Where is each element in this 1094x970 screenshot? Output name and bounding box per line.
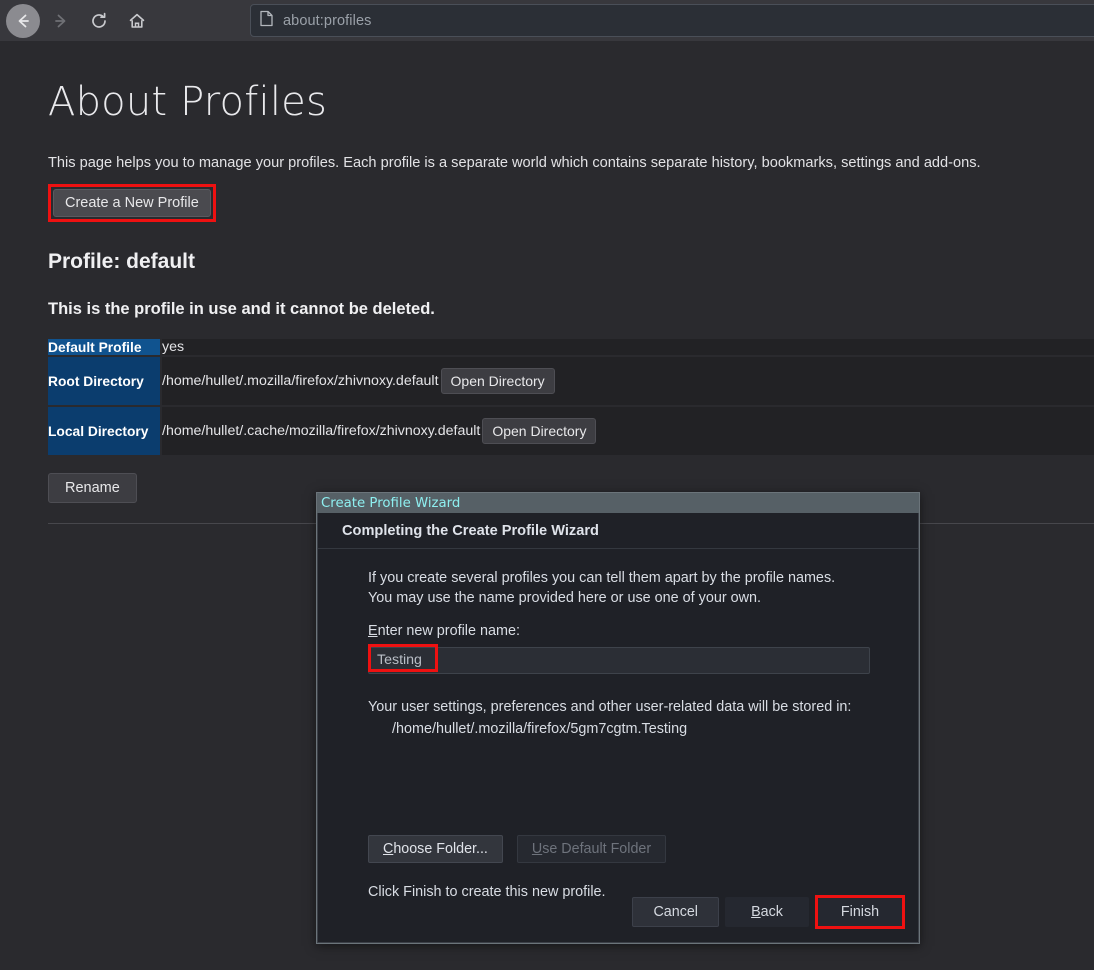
create-profile-highlight: Create a New Profile <box>48 184 216 222</box>
row-header-local-directory: Local Directory <box>48 406 161 457</box>
create-a-new-profile-button[interactable]: Create a New Profile <box>53 189 211 217</box>
profile-name-label: Enter new profile name: <box>368 623 888 639</box>
arrow-left-icon <box>13 11 33 31</box>
finish-note: Click Finish to create this new profile. <box>368 884 606 900</box>
cancel-button[interactable]: Cancel <box>632 897 719 927</box>
default-profile-value: yes <box>162 339 185 355</box>
navigation-buttons <box>0 3 154 38</box>
reload-button[interactable] <box>82 4 116 38</box>
rename-button[interactable]: Rename <box>48 473 137 503</box>
url-bar[interactable]: about:profiles <box>250 4 1094 37</box>
storage-note: Your user settings, preferences and othe… <box>368 698 852 715</box>
choose-folder-accesskey: C <box>383 841 394 857</box>
forward-button[interactable] <box>44 4 78 38</box>
dialog-paragraph: If you create several profiles you can t… <box>368 570 836 607</box>
profile-details-table: Default Profile yes Root Directory /home… <box>48 339 1094 457</box>
profile-name-input-value: Testing <box>377 652 422 669</box>
dialog-header-text: Completing the Create Profile Wizard <box>318 513 918 549</box>
table-row: Root Directory /home/hullet/.mozilla/fir… <box>48 356 1094 407</box>
arrow-right-icon <box>51 11 71 31</box>
dialog-window-title: Create Profile Wizard <box>321 495 461 511</box>
row-header-default-profile: Default Profile <box>48 339 161 357</box>
home-button[interactable] <box>120 4 154 38</box>
row-header-root-directory: Root Directory <box>48 356 161 407</box>
dialog-footer: Cancel Back Finish <box>632 895 905 929</box>
row-value-local-directory: /home/hullet/.cache/mozilla/firefox/zhiv… <box>160 406 1094 457</box>
browser-toolbar: about:profiles <box>0 0 1094 41</box>
dialog-inner-content: If you create several profiles you can t… <box>318 549 918 737</box>
open-local-directory-button[interactable]: Open Directory <box>482 418 597 444</box>
finish-button[interactable]: Finish <box>818 898 902 926</box>
open-root-directory-button[interactable]: Open Directory <box>440 368 555 394</box>
create-profile-wizard-dialog: Create Profile Wizard Completing the Cre… <box>316 492 920 944</box>
back-button[interactable] <box>6 3 40 38</box>
page-intro-text: This page helps you to manage your profi… <box>48 155 981 171</box>
profile-heading: Profile: default <box>48 250 196 273</box>
local-directory-path: /home/hullet/.cache/mozilla/firefox/zhiv… <box>162 422 481 439</box>
root-directory-path: /home/hullet/.mozilla/firefox/zhivnoxy.d… <box>162 372 439 389</box>
profile-in-use-note: This is the profile in use and it cannot… <box>48 300 435 318</box>
profile-name-input[interactable]: Testing <box>368 646 870 674</box>
profile-name-label-rest: nter new profile name: <box>377 622 520 639</box>
folder-buttons: Choose Folder... Use Default Folder <box>368 835 667 863</box>
profile-name-label-accesskey: E <box>368 622 378 639</box>
home-icon <box>127 11 147 31</box>
finish-button-highlight: Finish <box>815 895 905 929</box>
use-default-folder-accesskey: U <box>531 841 543 857</box>
back-button-label: ack <box>760 904 783 920</box>
choose-folder-label: hoose Folder... <box>393 841 488 857</box>
document-icon <box>259 10 274 32</box>
storage-path: /home/hullet/.mozilla/firefox/5gm7cgtm.T… <box>392 720 688 737</box>
row-value-root-directory: /home/hullet/.mozilla/firefox/zhivnoxy.d… <box>160 356 1094 407</box>
use-default-folder-label: se Default Folder <box>542 841 652 857</box>
url-text: about:profiles <box>283 12 372 29</box>
back-button-dialog[interactable]: Back <box>725 897 809 927</box>
table-row: Local Directory /home/hullet/.cache/mozi… <box>48 406 1094 457</box>
dialog-body: Completing the Create Profile Wizard If … <box>317 513 919 943</box>
back-button-accesskey: B <box>751 904 761 920</box>
dialog-titlebar: Create Profile Wizard <box>317 493 919 513</box>
choose-folder-button[interactable]: Choose Folder... <box>368 835 503 863</box>
page-title: About Profiles <box>48 79 327 125</box>
row-value-default-profile: yes <box>160 339 1094 357</box>
use-default-folder-button: Use Default Folder <box>516 835 667 863</box>
table-row: Default Profile yes <box>48 339 1094 357</box>
reload-icon <box>89 11 109 31</box>
